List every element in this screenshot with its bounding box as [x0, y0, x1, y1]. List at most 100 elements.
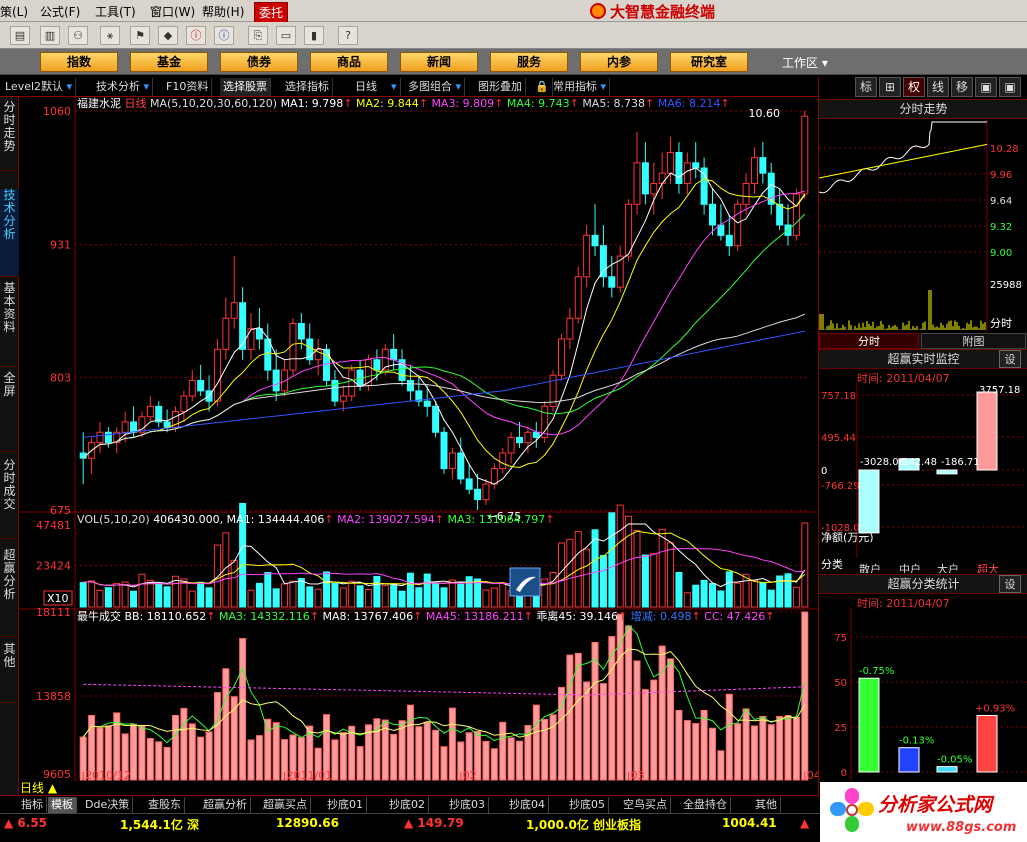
- monitor-category: 散户: [859, 562, 881, 573]
- bottom-tab[interactable]: 抄底02: [386, 797, 429, 813]
- right-tab[interactable]: 标: [855, 77, 877, 97]
- tab-multichart[interactable]: 多图组合 ▾: [405, 78, 466, 96]
- minute-xlabel: 分时: [990, 317, 1012, 330]
- network-icon[interactable]: ⚹: [100, 26, 120, 45]
- right-tab[interactable]: 移: [951, 77, 973, 97]
- diamond-icon[interactable]: ◆: [158, 26, 178, 45]
- volume-ma-line: [83, 530, 806, 586]
- nav-index[interactable]: 指数: [40, 52, 118, 72]
- nav-research[interactable]: 研究室: [670, 52, 748, 72]
- bottom-tab[interactable]: 抄底03: [446, 797, 489, 813]
- volume-bar: [490, 587, 498, 608]
- bottom-tab[interactable]: 超赢买点: [260, 797, 311, 813]
- bottom-tab[interactable]: 超赢分析: [200, 797, 251, 813]
- binoculars-icon[interactable]: ⚇: [68, 26, 88, 45]
- right-tab[interactable]: 权: [903, 77, 925, 97]
- right-tab[interactable]: ⊞: [879, 77, 901, 97]
- nav-commodity[interactable]: 商品: [310, 52, 388, 72]
- tab-select-indicator[interactable]: 选择指标: [282, 78, 333, 96]
- info-blue-icon[interactable]: ⓘ: [214, 26, 234, 45]
- books-icon[interactable]: ▮: [304, 26, 324, 45]
- menu-tools[interactable]: 工具(T): [95, 3, 136, 20]
- menu-formula[interactable]: 公式(F): [40, 3, 80, 20]
- date-tick: 03: [631, 769, 645, 782]
- bottom-tab[interactable]: Dde决策: [82, 797, 134, 813]
- bottom-tab[interactable]: 查股东: [145, 797, 185, 813]
- leftnav-tech[interactable]: 技术分析: [0, 189, 19, 277]
- help-pointer-icon[interactable]: ?: [338, 26, 358, 45]
- leftnav-fullscreen[interactable]: 全屏: [0, 372, 19, 452]
- tab-overlay[interactable]: 图形叠加: [475, 78, 526, 96]
- info-red-icon[interactable]: ⓘ: [186, 26, 206, 45]
- color-bars-icon[interactable]: ▥: [40, 26, 60, 45]
- tab-common-indicators[interactable]: 常用指标 ▾: [550, 78, 611, 96]
- tab-tech[interactable]: 技术分析 ▾: [93, 78, 154, 96]
- menu-help[interactable]: 帮助(H): [202, 3, 244, 20]
- leftnav-basic[interactable]: 基本资料: [0, 282, 19, 367]
- menu-strategy[interactable]: 策(L): [0, 3, 28, 20]
- triangle-up-icon: ▲: [47, 781, 58, 795]
- subtab-minute[interactable]: 分时: [819, 333, 919, 349]
- bottom-tab[interactable]: 全盘持仓: [680, 797, 731, 813]
- volume-bar: [683, 592, 691, 608]
- indicator-tick: 13858: [36, 690, 71, 703]
- tab-select-stock[interactable]: 选择股票: [220, 78, 271, 96]
- bottom-tab[interactable]: 抄底05: [566, 797, 609, 813]
- bottom-tab[interactable]: 模板: [48, 797, 77, 813]
- kline-chart[interactable]: 1060 931 803 675 福建水泥 日线 MA(5,10,20,30,60,12…: [20, 97, 818, 782]
- up-arrow: ↑: [720, 97, 729, 110]
- volume-bar: [633, 530, 641, 608]
- up-arrow: ↑: [206, 610, 219, 623]
- candle-body: [474, 488, 482, 501]
- nav-service[interactable]: 服务: [490, 52, 568, 72]
- nav-news[interactable]: 新闻: [400, 52, 478, 72]
- indicator-bar: [776, 715, 784, 781]
- bottom-tab[interactable]: 抄底04: [506, 797, 549, 813]
- workzone-button[interactable]: 工作区 ▾: [782, 54, 828, 71]
- candle-body: [792, 193, 800, 236]
- bottom-tab[interactable]: 其他: [752, 797, 781, 813]
- class-pct: -0.13%: [899, 736, 934, 747]
- up-arrow: ↑: [324, 513, 337, 526]
- tab-daily[interactable]: 日线 ▾: [352, 78, 401, 96]
- minute-chart[interactable]: 10.28 9.96 9.64 9.32 9.00 25988 分时: [819, 120, 1027, 332]
- dropdown-icon: ▾: [63, 80, 73, 93]
- right-tab[interactable]: ▣: [999, 77, 1021, 97]
- volume-bar: [113, 582, 121, 608]
- bottom-tab[interactable]: 抄底01: [324, 797, 367, 813]
- chart-header: 福建水泥 日线 MA(5,10,20,30,60,120) MA1: 9.798…: [77, 97, 730, 110]
- nav-fund[interactable]: 基金: [130, 52, 208, 72]
- bottom-tab[interactable]: 空鸟买点: [620, 797, 671, 813]
- date-tick: 02: [463, 769, 477, 782]
- right-tab[interactable]: 线: [927, 77, 949, 97]
- indicator-bar: [490, 748, 498, 781]
- minute-price: 9.32: [990, 222, 1012, 233]
- volume-bar: [297, 578, 305, 608]
- leftnav-other[interactable]: 其他: [0, 643, 19, 703]
- copy-icon[interactable]: ⎘: [248, 26, 268, 45]
- weituo-button[interactable]: 委托: [254, 2, 289, 23]
- monitor-settings-button[interactable]: 设: [999, 350, 1021, 368]
- window-icon[interactable]: ▭: [276, 26, 296, 45]
- nav-bond[interactable]: 债券: [220, 52, 298, 72]
- indicator-bar: [205, 731, 213, 781]
- menu-window[interactable]: 窗口(W): [150, 3, 195, 20]
- bottom-tabs-bar: 指标 模板 Dde决策 查股东 超赢分析 超赢买点 抄底01 抄底02 抄底03 抄底04 抄底05…: [0, 795, 818, 813]
- leftnav-ticks[interactable]: 分时成交: [0, 459, 19, 539]
- nav-insider[interactable]: 内参: [580, 52, 658, 72]
- leftnav-minute[interactable]: 分时走势: [0, 101, 19, 171]
- indicator-bar: [524, 724, 532, 781]
- leftnav-chaoying[interactable]: 超赢分析: [0, 549, 19, 637]
- subtab-chart[interactable]: 附图: [921, 333, 1026, 349]
- volume-ma-value: 134444.406: [258, 513, 324, 526]
- monitor-cats-label: 分类: [821, 557, 843, 571]
- bars-icon[interactable]: ▤: [10, 26, 30, 45]
- bottom-tab[interactable]: 指标: [18, 797, 47, 813]
- tab-f10[interactable]: F10资料: [163, 78, 213, 96]
- right-tab[interactable]: ▣: [975, 77, 997, 97]
- tab-level2[interactable]: Level2默认 ▾: [2, 78, 77, 96]
- class-bar: [976, 714, 998, 773]
- class-settings-button[interactable]: 设: [999, 575, 1021, 593]
- candle-body: [725, 234, 733, 247]
- flag-icon[interactable]: ⚑: [130, 26, 150, 45]
